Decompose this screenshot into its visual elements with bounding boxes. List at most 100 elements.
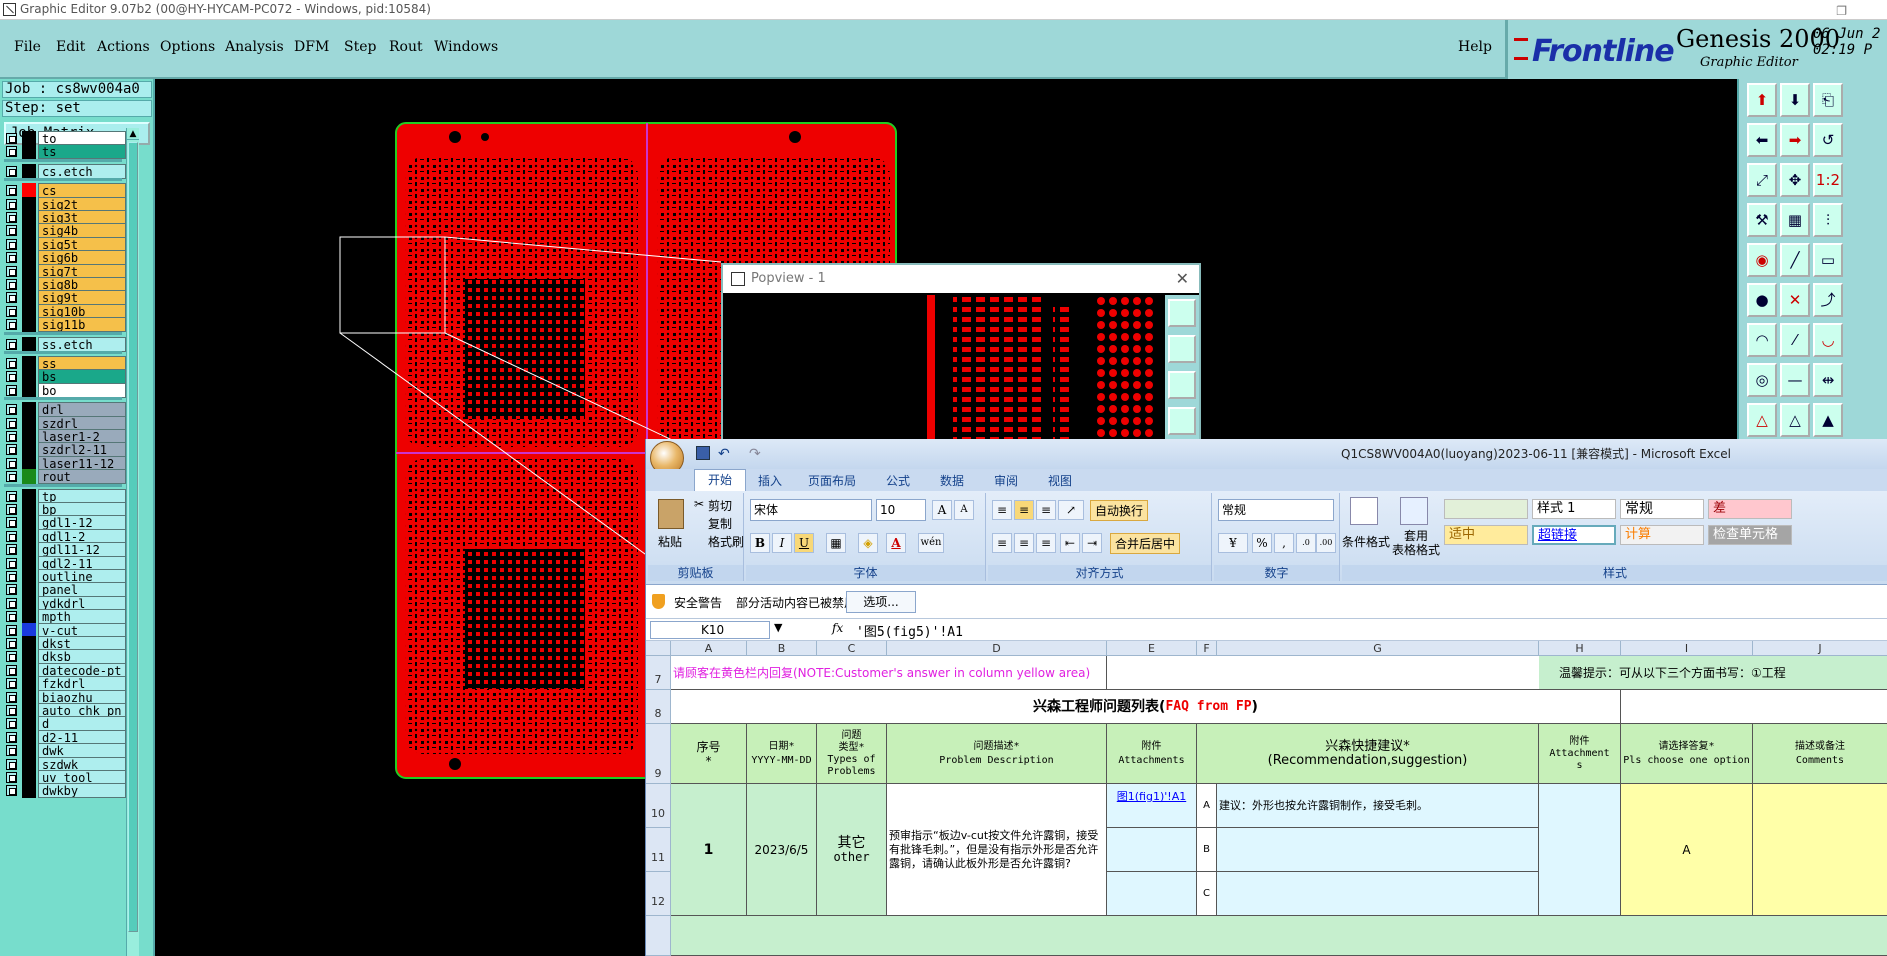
percent-button[interactable]: % <box>1252 533 1272 553</box>
options-button[interactable]: 选项... <box>846 591 916 613</box>
description-cell[interactable]: 预审指示“板边v-cut按文件允许露铜，接受有批锋毛刺。”，但是没有指示外形是否… <box>887 784 1107 916</box>
cell[interactable] <box>1539 784 1621 916</box>
layer-name[interactable]: ss.etch <box>38 336 126 352</box>
pan-left-icon[interactable] <box>1168 407 1196 435</box>
bold-button[interactable]: B <box>750 533 770 553</box>
layer-checkbox[interactable] <box>6 597 17 609</box>
increase-indent-icon[interactable]: ⇥ <box>1082 533 1102 553</box>
layer-checkbox[interactable] <box>6 772 17 783</box>
arc-icon[interactable]: ◠ <box>1747 323 1777 357</box>
phonetic-button[interactable]: wén <box>918 533 944 553</box>
layer-checkbox[interactable] <box>6 371 17 383</box>
close-icon[interactable]: ✕ <box>1176 265 1189 293</box>
layers-icon[interactable]: ⫶ <box>1813 203 1843 237</box>
column-header[interactable]: D <box>887 641 1107 656</box>
conditional-format-button[interactable]: 条件格式 <box>1342 533 1390 550</box>
row-header[interactable] <box>646 916 671 956</box>
layer-name[interactable]: bo <box>38 382 126 398</box>
column-header[interactable]: I <box>1621 641 1753 656</box>
layer-checkbox[interactable] <box>6 731 17 743</box>
layer-name[interactable]: sig11b <box>38 317 126 333</box>
style-blank[interactable] <box>1444 499 1528 519</box>
style-1[interactable]: 样式 1 <box>1532 499 1616 519</box>
tab-formulas[interactable]: 公式 <box>886 472 910 489</box>
cell[interactable] <box>1621 690 1887 724</box>
header-description[interactable]: 问题描述* Problem Description <box>887 724 1107 784</box>
align-left-icon[interactable]: ≡ <box>992 533 1012 553</box>
align-right-icon[interactable]: ≡ <box>1036 533 1056 553</box>
layer-name[interactable]: dwkby <box>38 783 126 799</box>
layer-row[interactable]: sig11b <box>4 317 126 333</box>
triangle-bold-icon[interactable]: ▲ <box>1813 403 1843 437</box>
layer-checkbox[interactable] <box>6 384 17 396</box>
font-size-box[interactable]: 10 <box>876 499 926 521</box>
wrap-text-button[interactable]: 自动换行 <box>1090 500 1149 521</box>
layer-checkbox[interactable] <box>6 571 17 582</box>
layer-checkbox[interactable] <box>6 490 17 502</box>
tab-insert[interactable]: 插入 <box>758 472 782 489</box>
header-attachments-2[interactable]: 附件 Attachment s <box>1539 724 1621 784</box>
menu-rout[interactable]: Rout <box>389 39 423 55</box>
layer-checkbox[interactable] <box>6 745 17 757</box>
zoom-fit-icon[interactable]: ⤢ <box>1747 163 1777 197</box>
layer-checkbox[interactable] <box>6 198 17 210</box>
tab-view[interactable]: 视图 <box>1048 472 1072 489</box>
layer-checkbox[interactable] <box>6 225 17 237</box>
layer-checkbox[interactable] <box>6 431 17 442</box>
cell[interactable] <box>1217 872 1539 916</box>
layer-row[interactable]: ts <box>4 144 126 160</box>
layer-row[interactable]: rout <box>4 469 126 485</box>
style-hyperlink[interactable]: 超链接 <box>1532 525 1616 545</box>
triangle-alt-icon[interactable]: △ <box>1780 403 1810 437</box>
layer-checkbox[interactable] <box>6 457 17 469</box>
option-a-cell[interactable]: A <box>1197 784 1217 828</box>
layer-checkbox[interactable] <box>6 338 17 350</box>
zoom-fit-icon[interactable] <box>1168 299 1196 327</box>
align-bottom-icon[interactable]: ≡ <box>1036 500 1056 520</box>
type-cell[interactable]: 其它 other <box>817 784 887 916</box>
select-all-corner[interactable] <box>646 641 671 656</box>
layer-checkbox[interactable] <box>6 758 17 770</box>
line-icon[interactable]: ⁄ <box>1780 323 1810 357</box>
menu-edit[interactable]: Edit <box>56 39 85 55</box>
snap-icon[interactable]: ⚒ <box>1747 203 1777 237</box>
style-check[interactable]: 检查单元格 <box>1708 525 1792 545</box>
column-header[interactable]: C <box>817 641 887 656</box>
grow-font-button[interactable]: A <box>932 500 952 520</box>
layer-checkbox[interactable] <box>6 185 17 197</box>
layer-checkbox[interactable] <box>6 444 17 456</box>
menu-options[interactable]: Options <box>160 39 215 55</box>
dimension-icon[interactable]: ⇹ <box>1813 363 1843 397</box>
layer-checkbox[interactable] <box>6 504 17 515</box>
style-normal[interactable]: 常规 <box>1620 499 1704 519</box>
layer-checkbox[interactable] <box>6 305 17 317</box>
seq-cell[interactable]: 1 <box>671 784 747 916</box>
comments-cell[interactable] <box>1753 784 1887 916</box>
layer-name[interactable]: rout <box>38 469 126 485</box>
layer-row[interactable]: ss.etch <box>4 336 126 352</box>
tab-data[interactable]: 数据 <box>940 472 964 489</box>
style-neutral[interactable]: 适中 <box>1444 525 1528 545</box>
cell[interactable] <box>1107 872 1197 916</box>
layer-checkbox[interactable] <box>6 417 17 429</box>
trace-icon[interactable]: — <box>1780 363 1810 397</box>
column-header[interactable]: F <box>1197 641 1217 656</box>
row-header[interactable]: 11 <box>646 828 671 872</box>
scroll-thumb[interactable] <box>128 142 138 932</box>
increase-decimal-icon[interactable]: .0 <box>1296 533 1316 553</box>
tip-cell[interactable]: 温馨提示：可从以下三个方面书写：①工程 <box>1539 656 1887 690</box>
undo-icon[interactable]: ↶ <box>718 439 730 469</box>
fill-color-icon[interactable]: ◈ <box>858 533 878 553</box>
column-header[interactable]: A <box>671 641 747 656</box>
scale-icon[interactable]: 1:2 <box>1813 163 1843 197</box>
option-b-cell[interactable]: B <box>1197 828 1217 872</box>
border-icon[interactable]: ▦ <box>826 533 846 553</box>
header-seq[interactable]: 序号 * <box>671 724 747 784</box>
layer-checkbox[interactable] <box>6 517 17 529</box>
attachment-link-cell[interactable]: 图1(fig1)'!A1 <box>1107 784 1197 828</box>
italic-button[interactable]: I <box>772 533 792 553</box>
layer-row[interactable]: bo <box>4 382 126 398</box>
grid-icon[interactable]: ▦ <box>1780 203 1810 237</box>
redo-icon[interactable]: ↷ <box>749 439 761 469</box>
layer-checkbox[interactable] <box>6 584 17 596</box>
